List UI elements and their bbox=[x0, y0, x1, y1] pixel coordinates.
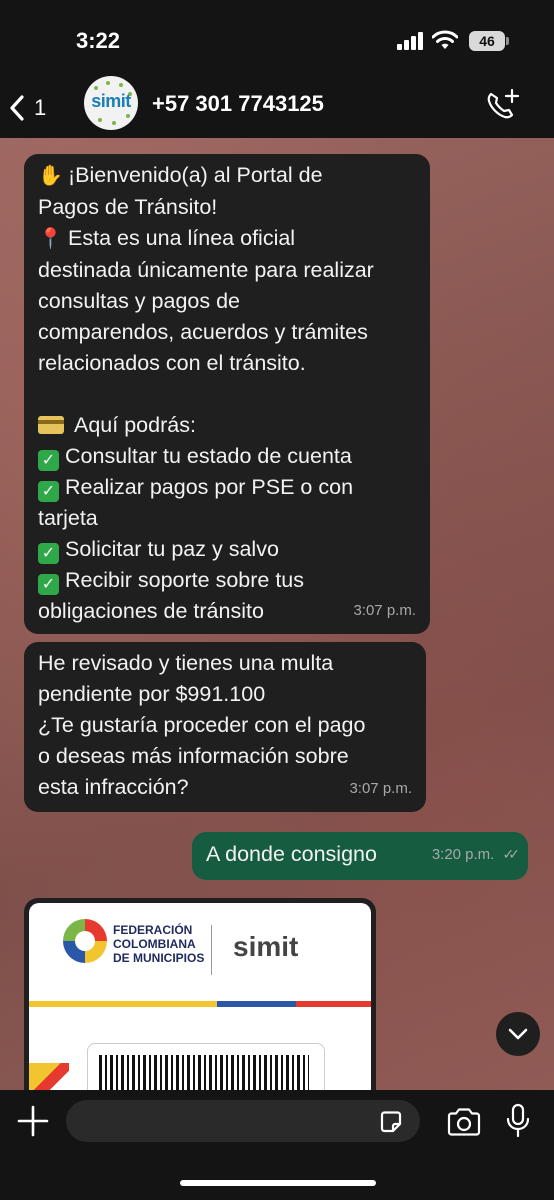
contact-name[interactable]: +57 301 7743125 bbox=[152, 91, 324, 117]
decorative-stripe bbox=[29, 1063, 69, 1090]
check-icon: ✓ bbox=[38, 574, 59, 595]
message-input[interactable] bbox=[66, 1100, 420, 1142]
message-line: relacionados con el tránsito. bbox=[38, 351, 306, 375]
read-ticks-icon: ✓✓ bbox=[502, 846, 521, 862]
message-bubble-incoming[interactable]: ✋ ¡Bienvenido(a) al Portal de Pagos de Tr… bbox=[24, 154, 430, 634]
message-line: Aquí podrás: bbox=[38, 410, 416, 441]
message-meta: 3:20 p.m. ✓✓ bbox=[431, 839, 521, 870]
flag-stripe bbox=[29, 1001, 371, 1007]
battery-icon: 46 bbox=[469, 31, 509, 51]
message-line: pendiente por $991.100 bbox=[38, 682, 266, 706]
waving-hand-icon: ✋ bbox=[38, 165, 63, 187]
scroll-down-button[interactable] bbox=[496, 1012, 540, 1056]
check-icon: ✓ bbox=[38, 481, 59, 502]
message-line bbox=[38, 379, 416, 410]
message-line: destinada únicamente para realizar bbox=[38, 258, 374, 282]
message-line: ¿Te gustaría proceder con el pago bbox=[38, 713, 366, 737]
message-line: ✓ Consultar tu estado de cuenta bbox=[38, 441, 416, 472]
home-indicator bbox=[180, 1180, 376, 1186]
chat-header: 1 simit +57 301 7743125 bbox=[0, 76, 554, 139]
federation-logo-icon bbox=[63, 919, 107, 963]
check-icon: ✓ bbox=[38, 543, 59, 564]
check-icon: ✓ bbox=[38, 450, 59, 471]
message-line: ✋ ¡Bienvenido(a) al Portal de bbox=[38, 160, 416, 192]
message-line: comparendos, acuerdos y trámites bbox=[38, 320, 368, 344]
image-content: FEDERACIÓN COLOMBIANA DE MUNICIPIOS simi… bbox=[29, 903, 371, 1090]
back-button[interactable]: 1 bbox=[8, 88, 64, 128]
message-line: He revisado y tienes una multa bbox=[38, 651, 334, 675]
message-line: ✓ Recibir soporte sobre tus bbox=[38, 565, 416, 596]
image-message[interactable]: FEDERACIÓN COLOMBIANA DE MUNICIPIOS simi… bbox=[24, 898, 376, 1090]
federation-text: FEDERACIÓN COLOMBIANA DE MUNICIPIOS bbox=[113, 923, 205, 965]
message-line: ✓ Realizar pagos por PSE o con bbox=[38, 472, 416, 503]
message-bubble-outgoing[interactable]: A donde consigno 3:20 p.m. ✓✓ bbox=[192, 832, 528, 880]
qr-code bbox=[99, 1055, 309, 1090]
input-bar bbox=[0, 1090, 554, 1200]
divider bbox=[211, 925, 212, 975]
chevron-left-icon bbox=[10, 95, 24, 121]
credit-card-icon bbox=[38, 416, 64, 434]
wifi-icon bbox=[432, 30, 458, 49]
status-bar: 3:22 46 bbox=[0, 0, 554, 80]
simit-logo: simit bbox=[233, 931, 299, 962]
add-call-button[interactable] bbox=[482, 86, 522, 126]
avatar-label: simit bbox=[91, 91, 131, 111]
message-line: 📍 Esta es una línea oficial bbox=[38, 223, 416, 255]
message-line: Pagos de Tránsito! bbox=[38, 195, 218, 219]
message-line: ✓ Solicitar tu paz y salvo bbox=[38, 534, 416, 565]
chevron-down-icon bbox=[508, 1028, 528, 1040]
plus-button[interactable] bbox=[16, 1104, 50, 1138]
message-time: 3:07 p.m. bbox=[353, 602, 416, 619]
unread-count: 1 bbox=[34, 95, 47, 120]
pin-icon: 📍 bbox=[38, 228, 63, 250]
clock: 3:22 bbox=[76, 28, 121, 53]
camera-button[interactable] bbox=[446, 1107, 482, 1137]
message-line: consultas y pagos de bbox=[38, 289, 240, 313]
message-time: 3:20 p.m. bbox=[431, 846, 495, 863]
message-line: tarjeta bbox=[38, 506, 98, 530]
message-bubble-incoming[interactable]: He revisado y tienes una multa pendiente… bbox=[24, 642, 426, 812]
sticker-button[interactable] bbox=[378, 1109, 404, 1135]
avatar[interactable]: simit bbox=[84, 76, 138, 130]
message-time: 3:07 p.m. bbox=[349, 780, 412, 797]
signal-icon bbox=[397, 32, 425, 50]
microphone-button[interactable] bbox=[504, 1103, 532, 1139]
message-line: o deseas más información sobre bbox=[38, 744, 349, 768]
